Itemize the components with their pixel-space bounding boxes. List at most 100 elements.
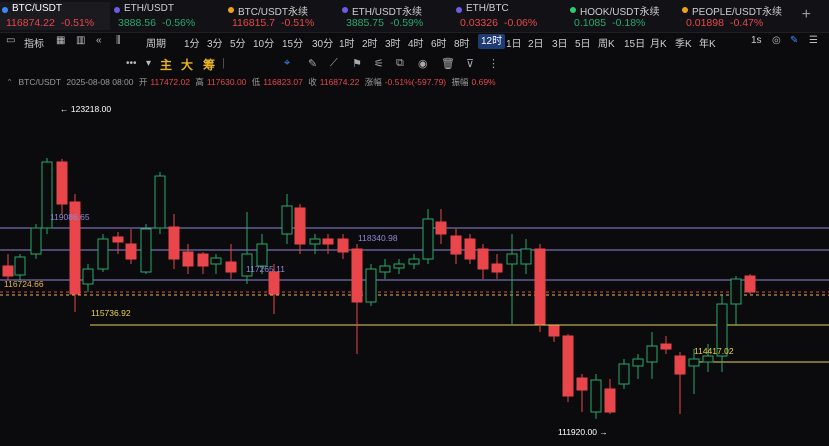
candle-body: [477, 248, 489, 270]
open-label: 开: [138, 77, 148, 87]
sidebar-toggle-icon[interactable]: ▭: [6, 35, 15, 46]
interval-button[interactable]: 4时: [408, 35, 424, 50]
chevron-down-icon[interactable]: ▾: [146, 58, 151, 69]
ruler-tool-icon[interactable]: ⚟: [374, 57, 384, 70]
candle: [30, 224, 42, 259]
candle: [520, 239, 532, 274]
symbol-tab[interactable]: ETH/USDT永续 3885.75 -0.59%: [340, 2, 452, 30]
candle-body: [379, 265, 391, 273]
interval-button[interactable]: 15分: [282, 35, 303, 50]
symbol-price: 0.01898: [686, 17, 724, 29]
interval-button[interactable]: 季K: [675, 35, 692, 50]
candle: [730, 276, 742, 326]
ohlc-symbol: BTC/USDT: [18, 77, 62, 87]
candle-body: [294, 207, 306, 245]
interval-button[interactable]: 6时: [431, 35, 447, 50]
candle-body: [688, 358, 700, 367]
chips-button[interactable]: 筹: [203, 56, 215, 73]
interval-button[interactable]: 8时: [454, 35, 470, 50]
interval-button[interactable]: 3分: [207, 35, 223, 50]
interval-button[interactable]: 12时: [478, 34, 506, 49]
ohlc-info-bar: ⌃ BTC/USDT 2025-08-08 08:00 开 117472.02 高…: [0, 76, 829, 92]
lock-tool-icon[interactable]: ⧉: [396, 57, 404, 70]
interval-button[interactable]: 30分: [312, 35, 333, 50]
candle-body: [309, 238, 321, 245]
interval-button[interactable]: 周K: [598, 35, 615, 50]
candlestick-chart[interactable]: ← 123218.00 119086.65 118340.98 117265.1…: [0, 94, 829, 441]
more-tools-icon[interactable]: ⋮: [488, 57, 499, 70]
symbol-color-dot: [570, 7, 576, 13]
candle: [56, 159, 68, 214]
add-tab-icon[interactable]: +: [802, 6, 811, 24]
symbol-price: 3885.75: [346, 17, 384, 29]
pen-tool-icon[interactable]: ✎: [308, 57, 317, 70]
draw-icon[interactable]: ✎: [790, 35, 798, 46]
cursor-tool-icon[interactable]: ⌖: [284, 57, 290, 70]
symbol-tab[interactable]: BTC/USDT 116874.22 -0.51%: [0, 2, 110, 30]
rewind-icon[interactable]: «: [96, 35, 102, 46]
interval-button[interactable]: 1日: [506, 35, 522, 50]
filter-tool-icon[interactable]: ⊽: [466, 57, 474, 70]
eye-tool-icon[interactable]: ◉: [418, 57, 428, 70]
main-indicator-button[interactable]: 主: [160, 56, 172, 73]
symbol-quote: 0.01898 -0.47%: [686, 17, 763, 29]
candle-body: [632, 358, 644, 367]
chart-toolbar: ▭ 指标 ▦ ▥ « ⫼ 周期 1分 3分 5分 10分 15分 30分 1时 2时 3时 4时 6…: [0, 32, 829, 52]
seconds-button[interactable]: 1s: [751, 35, 762, 46]
candle: [744, 274, 756, 294]
more-icon[interactable]: •••: [126, 58, 137, 69]
candle-body: [548, 325, 560, 337]
interval-button[interactable]: 1分: [184, 35, 200, 50]
chart-type-icon[interactable]: ⫼: [116, 35, 121, 46]
big-order-button[interactable]: 大: [181, 56, 193, 73]
interval-button[interactable]: 3时: [385, 35, 401, 50]
calendar-icon[interactable]: ▦: [56, 35, 65, 46]
close-value: 116874.22: [319, 77, 360, 87]
candle-body: [702, 355, 714, 363]
period-button[interactable]: 周期: [146, 35, 166, 50]
low-marker-value: 111920.00: [558, 427, 597, 437]
symbol-tab[interactable]: HOOK/USDT永续 0.1085 -0.18%: [568, 2, 678, 30]
collapse-icon[interactable]: ⌃: [6, 77, 13, 87]
change-label: 涨幅: [364, 77, 382, 87]
candle: [477, 244, 489, 279]
candle: [716, 294, 728, 372]
symbol-tab[interactable]: PEOPLE/USDT永续 0.01898 -0.47%: [680, 2, 810, 30]
interval-button[interactable]: 10分: [253, 35, 274, 50]
interval-button[interactable]: 3日: [552, 35, 568, 50]
symbol-tab[interactable]: ETH/USDT 3888.56 -0.56%: [112, 2, 224, 30]
candle: [182, 244, 194, 274]
symbol-quote: 0.1085 -0.18%: [574, 17, 645, 29]
chart-canvas[interactable]: [0, 94, 829, 441]
trendline-tool-icon[interactable]: ⟋: [330, 57, 338, 70]
symbol-tab[interactable]: ETH/BTC 0.03326 -0.06%: [454, 2, 566, 30]
indicator-button[interactable]: 指标: [24, 35, 44, 50]
interval-button[interactable]: 15日: [624, 35, 645, 50]
brush-tool-icon[interactable]: ⚑: [352, 57, 362, 70]
interval-button[interactable]: 1时: [339, 35, 355, 50]
symbol-price: 0.1085: [574, 17, 607, 29]
interval-button[interactable]: 5日: [575, 35, 591, 50]
symbol-quote: 3885.75 -0.59%: [346, 17, 423, 29]
snapshot-icon[interactable]: ◎: [772, 35, 781, 46]
candle: [140, 224, 152, 274]
symbol-change: -0.59%: [389, 17, 424, 29]
candle: [435, 209, 447, 244]
candle: [562, 334, 574, 402]
trash-tool-icon[interactable]: 🗑: [441, 57, 455, 70]
settings-icon[interactable]: ☰: [809, 35, 818, 46]
interval-button[interactable]: 5分: [230, 35, 246, 50]
interval-button[interactable]: 2时: [362, 35, 378, 50]
candle-body: [14, 256, 26, 276]
candle-body: [730, 278, 742, 305]
change-value: -0.51%(-597.79): [384, 77, 447, 87]
candle: [154, 172, 166, 234]
layout-icon[interactable]: ▥: [76, 35, 85, 46]
candle: [294, 204, 306, 254]
interval-button[interactable]: 年K: [699, 35, 716, 50]
interval-button[interactable]: 2日: [528, 35, 544, 50]
candle: [506, 234, 518, 324]
candle-body: [30, 227, 42, 255]
symbol-tab[interactable]: BTC/USDT永续 116815.7 -0.51%: [226, 2, 338, 30]
interval-button[interactable]: 月K: [650, 35, 667, 50]
